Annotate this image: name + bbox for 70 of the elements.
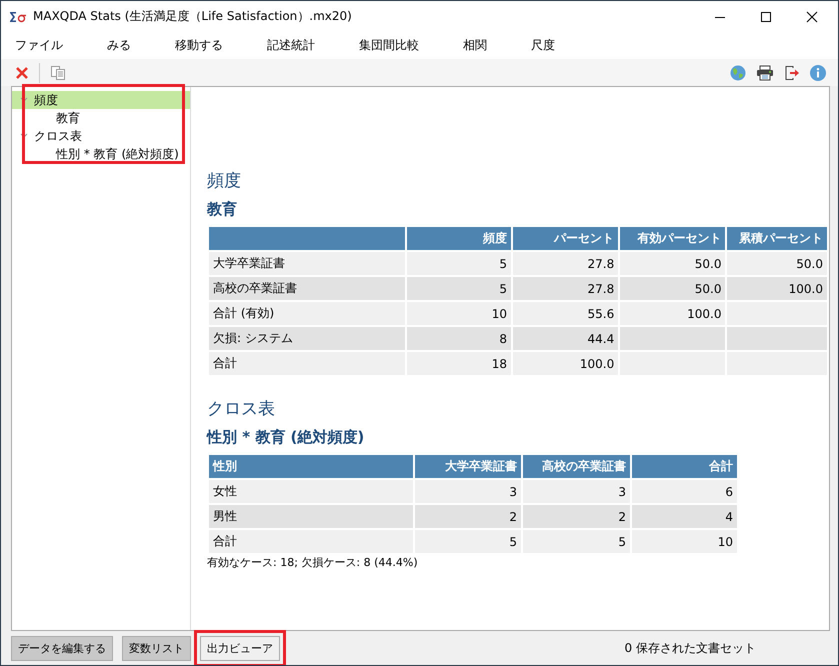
menu-item[interactable]: ファイル: [15, 37, 63, 54]
table-cell: 合計 (有効): [209, 302, 405, 325]
table-cell: 44.4: [512, 327, 618, 350]
info-icon[interactable]: [810, 64, 826, 80]
tree-item[interactable]: 教育: [12, 109, 190, 127]
menu-item[interactable]: 集団間比較: [359, 37, 419, 54]
table-cell: 50.0: [727, 252, 827, 275]
section-heading: 頻度: [207, 170, 242, 192]
table-cell: 高校の卒業証書: [209, 277, 405, 300]
tree-item[interactable]: クロス表: [12, 127, 190, 145]
column-header: 高校の卒業証書: [523, 455, 630, 478]
table-cell: 2: [415, 505, 521, 528]
column-header: 有効パーセント: [620, 227, 726, 250]
app-icon: [9, 10, 27, 22]
table-cell: 50.0: [620, 277, 726, 300]
table-cell: 欠損: システム: [209, 327, 405, 350]
table-cell: 6: [632, 480, 737, 503]
table-cell: 27.8: [512, 252, 618, 275]
delete-icon[interactable]: [15, 66, 29, 80]
table-cell: 50.0: [620, 252, 726, 275]
status-text: 0 保存された文書セット: [624, 640, 756, 656]
view-tab[interactable]: データを編集する: [11, 636, 113, 660]
table-cell: 合計: [209, 352, 405, 375]
column-header: 累積パーセント: [727, 227, 827, 250]
table-cell: 女性: [209, 480, 413, 503]
menu-item[interactable]: 尺度: [531, 37, 555, 54]
section-heading: クロス表: [207, 398, 276, 420]
table-cell: 3: [523, 480, 630, 503]
view-tab[interactable]: 変数リスト: [122, 636, 191, 660]
printer-icon[interactable]: [756, 64, 774, 80]
table-cell: 100.0: [620, 302, 726, 325]
table-cell: 10: [406, 302, 511, 325]
table-cell: 18: [406, 352, 511, 375]
table-cell: 5: [523, 530, 630, 553]
menu-item[interactable]: みる: [107, 37, 131, 54]
table-cell: 8: [406, 327, 511, 350]
table-cell: 男性: [209, 505, 413, 528]
tree-item[interactable]: 性別 * 教育 (絶対頻度): [12, 145, 190, 163]
globe-icon[interactable]: [730, 64, 746, 80]
view-tab[interactable]: 出力ビューア: [200, 636, 280, 660]
table-cell: 5: [406, 252, 511, 275]
table-cell: 5: [406, 277, 511, 300]
menu-item[interactable]: 移動する: [175, 37, 223, 54]
table-cell: 3: [415, 480, 521, 503]
table-title: 性別 * 教育 (絶対頻度): [207, 428, 366, 447]
table-cell: 5: [415, 530, 521, 553]
table-cell: 100.0: [512, 352, 618, 375]
table-cell: 2: [523, 505, 630, 528]
copy-icon[interactable]: [50, 64, 66, 80]
case-summary: 有効なケース: 18; 欠損ケース: 8 (44.4%): [207, 555, 419, 570]
table-cell: 大学卒業証書: [209, 252, 405, 275]
column-header: 性別: [209, 455, 413, 478]
table-title: 教育: [207, 200, 238, 219]
exit-icon[interactable]: [784, 64, 800, 80]
table-cell: 4: [632, 505, 737, 528]
table-cell: 27.8: [512, 277, 618, 300]
column-header: 合計: [632, 455, 737, 478]
table-cell: 合計: [209, 530, 413, 553]
menu-item[interactable]: 記述統計: [267, 37, 315, 54]
column-header: パーセント: [512, 227, 618, 250]
table-cell: 100.0: [727, 277, 827, 300]
maximize-icon[interactable]: [760, 10, 772, 22]
column-header: 大学卒業証書: [415, 455, 521, 478]
column-header: 頻度: [406, 227, 511, 250]
window-title: MAXQDA Stats (生活満足度（Life Satisfaction）.mx20): [33, 8, 352, 25]
tree-item[interactable]: 頻度: [12, 91, 190, 109]
close-icon[interactable]: [806, 10, 818, 22]
table-cell: 10: [632, 530, 737, 553]
table-cell: 55.6: [512, 302, 618, 325]
menu-item[interactable]: 相関: [463, 37, 487, 54]
